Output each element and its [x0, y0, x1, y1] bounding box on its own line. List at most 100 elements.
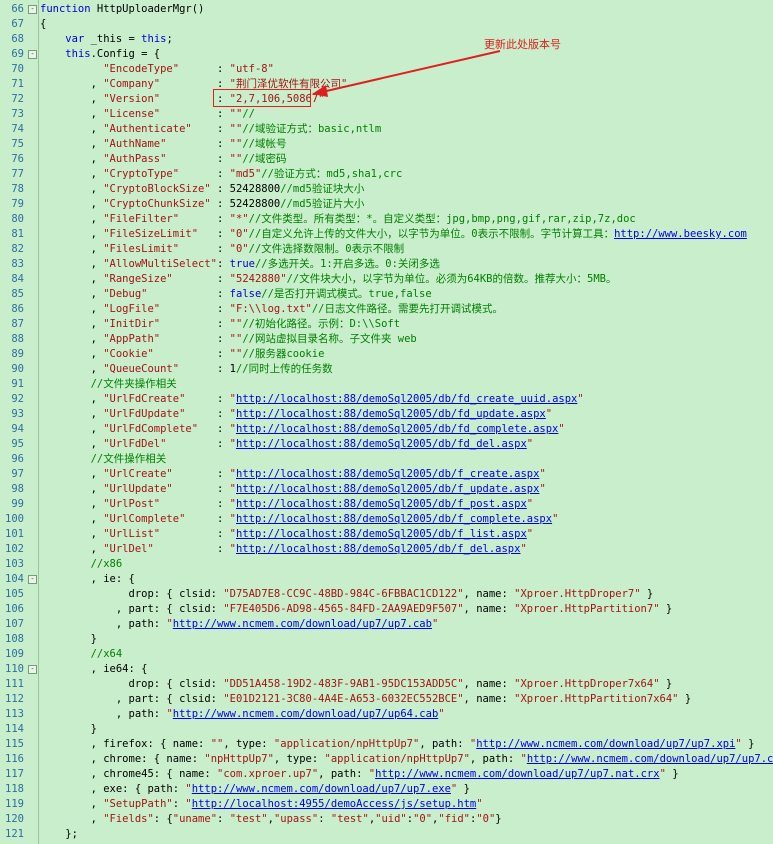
code-line[interactable]: 115 , firefox: { name: "", type: "applic… — [0, 737, 773, 752]
code-line[interactable]: 118 , exe: { path: "http://www.ncmem.com… — [0, 782, 773, 797]
code-line[interactable]: 85 , "Debug" : false//是否打开调式模式。true,fals… — [0, 287, 773, 302]
code-line[interactable]: 73 , "License" : ""// — [0, 107, 773, 122]
fold-toggle-icon[interactable]: - — [28, 5, 37, 14]
code-line[interactable]: 77 , "CryptoType" : "md5"//验证方式：md5,sha1… — [0, 167, 773, 182]
code-editor[interactable]: 66- function HttpUploaderMgr() 67{68 var _… — [0, 0, 773, 844]
code-line[interactable]: 84 , "RangeSize" : "5242880"//文件块大小，以字节为… — [0, 272, 773, 287]
code-line[interactable]: 103 //x86 — [0, 557, 773, 572]
code-line[interactable]: 80 , "FileFilter" : "*"//文件类型。所有类型：*。自定义… — [0, 212, 773, 227]
code-line[interactable]: 101 , "UrlList" : "http://localhost:88/d… — [0, 527, 773, 542]
code-line[interactable]: 117 , chrome45: { name: "com.xproer.up7"… — [0, 767, 773, 782]
code-link[interactable]: http://www.ncmem.com/download/up7/up7.na… — [375, 768, 659, 780]
code-token: , path: — [318, 768, 369, 780]
code-token: "uid" — [375, 813, 407, 825]
code-line[interactable]: 75 , "AuthName" : ""//域帐号 — [0, 137, 773, 152]
code-token: "InitDir" — [103, 318, 161, 330]
code-line[interactable]: 108 } — [0, 632, 773, 647]
code-line[interactable]: 100 , "UrlComplete" : "http://localhost:… — [0, 512, 773, 527]
code-line[interactable]: 116 , chrome: { name: "npHttpUp7", type:… — [0, 752, 773, 767]
code-line[interactable]: 83 , "AllowMultiSelect": true//多选开关。1:开启… — [0, 257, 773, 272]
fold-toggle-icon[interactable]: - — [28, 575, 37, 584]
line-number: 70 — [11, 63, 24, 75]
code-text: , "AllowMultiSelect": true//多选开关。1:开启多选。… — [40, 257, 440, 272]
code-token: , — [40, 543, 104, 555]
fold-toggle-icon[interactable]: - — [28, 665, 37, 674]
code-line[interactable]: 114 } — [0, 722, 773, 737]
code-line[interactable]: 69- this.Config = { — [0, 47, 773, 62]
code-token: "0" — [476, 813, 496, 825]
code-line[interactable]: 91 //文件夹操作相关 — [0, 377, 773, 392]
code-line[interactable]: 107 , path: "http://www.ncmem.com/downlo… — [0, 617, 773, 632]
code-line[interactable]: 105 drop: { clsid: "D75AD7E8-CC9C-48BD-9… — [0, 587, 773, 602]
code-token: , path: — [40, 618, 167, 630]
code-line[interactable]: 76 , "AuthPass" : ""//域密码 — [0, 152, 773, 167]
code-line[interactable]: 89 , "Cookie" : ""//服务器cookie — [0, 347, 773, 362]
fold-toggle-icon[interactable]: - — [28, 50, 37, 59]
code-token: //同时上传的任务数 — [235, 363, 333, 375]
code-line[interactable]: 109 //x64 — [0, 647, 773, 662]
code-token: : — [153, 543, 230, 555]
code-line[interactable]: 95 , "UrlFdDel" : "http://localhost:88/d… — [0, 437, 773, 452]
code-link[interactable]: http://localhost:88/demoSql2005/db/f_lis… — [236, 528, 527, 540]
code-line[interactable]: 121 }; — [0, 827, 773, 842]
code-link[interactable]: http://localhost:4955/demoAccess/js/setu… — [192, 798, 476, 810]
code-token: //验证方式：md5,sha1,crc — [261, 168, 403, 180]
code-token: "" — [229, 108, 243, 120]
code-link[interactable]: http://localhost:88/demoSql2005/db/f_com… — [236, 513, 552, 525]
code-line[interactable]: 72 , "Version" : "2,7,106,50867" — [0, 92, 773, 107]
code-line[interactable]: 104- , ie: { — [0, 572, 773, 587]
code-line[interactable]: 88 , "AppPath" : ""//网站虚拟目录名称。子文件夹 web — [0, 332, 773, 347]
code-line[interactable]: 94 , "UrlFdComplete" : "http://localhost… — [0, 422, 773, 437]
code-link[interactable]: http://localhost:88/demoSql2005/db/f_cre… — [236, 468, 539, 480]
code-link[interactable]: http://localhost:88/demoSql2005/db/fd_up… — [236, 408, 546, 420]
code-line[interactable]: 110- , ie64: { — [0, 662, 773, 677]
code-line[interactable]: 113 , path: "http://www.ncmem.com/downlo… — [0, 707, 773, 722]
code-token: "" — [210, 738, 224, 750]
code-link[interactable]: http://www.ncmem.com/download/up7/up7.xp… — [476, 738, 735, 750]
code-line[interactable]: 67 { — [0, 17, 773, 32]
code-line[interactable]: 71 , "Company" : "荆门泽优软件有限公司" — [0, 77, 773, 92]
code-line[interactable]: 78 , "CryptoBlockSize" : 52428800//md5验证… — [0, 182, 773, 197]
code-token: "UrlFdCreate" — [103, 393, 186, 405]
code-link[interactable]: http://localhost:88/demoSql2005/db/fd_cr… — [236, 393, 577, 405]
line-number: 107 — [5, 618, 24, 630]
code-link[interactable]: http://localhost:88/demoSql2005/db/fd_co… — [236, 423, 558, 435]
code-link[interactable]: http://www.ncmem.com/download/up7/up7.cr… — [527, 753, 773, 765]
code-line[interactable]: 68 var _this = this; — [0, 32, 773, 47]
code-line[interactable]: 79 , "CryptoChunkSize" : 52428800//md5验证… — [0, 197, 773, 212]
code-line[interactable]: 82 , "FilesLimit" : "0"//文件选择数限制。0表示不限制 — [0, 242, 773, 257]
code-text: , ie64: { — [40, 662, 148, 677]
code-link[interactable]: http://www.ncmem.com/download/up7/up7.ca… — [173, 618, 432, 630]
code-line[interactable]: 97 , "UrlCreate" : "http://localhost:88/… — [0, 467, 773, 482]
code-line[interactable]: 120 , "Fields": {"uname": "test","upass"… — [0, 812, 773, 827]
code-link[interactable]: http://www.ncmem.com/download/up7/up7.ex… — [192, 783, 451, 795]
code-link[interactable]: http://localhost:88/demoSql2005/db/f_upd… — [236, 483, 539, 495]
code-line[interactable]: 96 //文件操作相关 — [0, 452, 773, 467]
code-line[interactable]: 112 , part: { clsid: "E01D2121-3C80-4A4E… — [0, 692, 773, 707]
code-link[interactable]: http://localhost:88/demoSql2005/db/f_del… — [236, 543, 520, 555]
code-token: } — [659, 603, 673, 615]
code-link[interactable]: http://localhost:88/demoSql2005/db/f_pos… — [236, 498, 527, 510]
code-line[interactable]: 87 , "InitDir" : ""//初始化路径。示例：D:\\Soft — [0, 317, 773, 332]
line-number: 121 — [5, 828, 24, 840]
code-link[interactable]: http://www.ncmem.com/download/up7/up64.c… — [173, 708, 439, 720]
code-line[interactable]: 99 , "UrlPost" : "http://localhost:88/de… — [0, 497, 773, 512]
code-line[interactable]: 93 , "UrlFdUpdate" : "http://localhost:8… — [0, 407, 773, 422]
code-line[interactable]: 98 , "UrlUpdate" : "http://localhost:88/… — [0, 482, 773, 497]
code-line[interactable]: 106 , part: { clsid: "F7E405D6-AD98-4565… — [0, 602, 773, 617]
code-line[interactable]: 74 , "Authenticate" : ""//域验证方式：basic,nt… — [0, 122, 773, 137]
code-line[interactable]: 111 drop: { clsid: "DD51A458-19D2-483F-9… — [0, 677, 773, 692]
code-line[interactable]: 86 , "LogFile" : "F:\\log.txt"//日志文件路径。需… — [0, 302, 773, 317]
code-token: , — [40, 288, 104, 300]
code-line[interactable]: 92 , "UrlFdCreate" : "http://localhost:8… — [0, 392, 773, 407]
code-line[interactable]: 102 , "UrlDel" : "http://localhost:88/de… — [0, 542, 773, 557]
code-line[interactable]: 66- function HttpUploaderMgr() — [0, 2, 773, 17]
code-line[interactable]: 119 , "SetupPath": "http://localhost:495… — [0, 797, 773, 812]
code-token: //域帐号 — [242, 138, 287, 150]
code-line[interactable]: 81 , "FileSizeLimit" : "0"//自定义允许上传的文件大小… — [0, 227, 773, 242]
code-link[interactable]: http://www.beesky.com — [614, 228, 747, 240]
code-line[interactable]: 70 "EncodeType" : "utf-8" — [0, 62, 773, 77]
code-line[interactable]: 90 , "QueueCount" : 1//同时上传的任务数 — [0, 362, 773, 377]
code-link[interactable]: http://localhost:88/demoSql2005/db/fd_de… — [236, 438, 527, 450]
